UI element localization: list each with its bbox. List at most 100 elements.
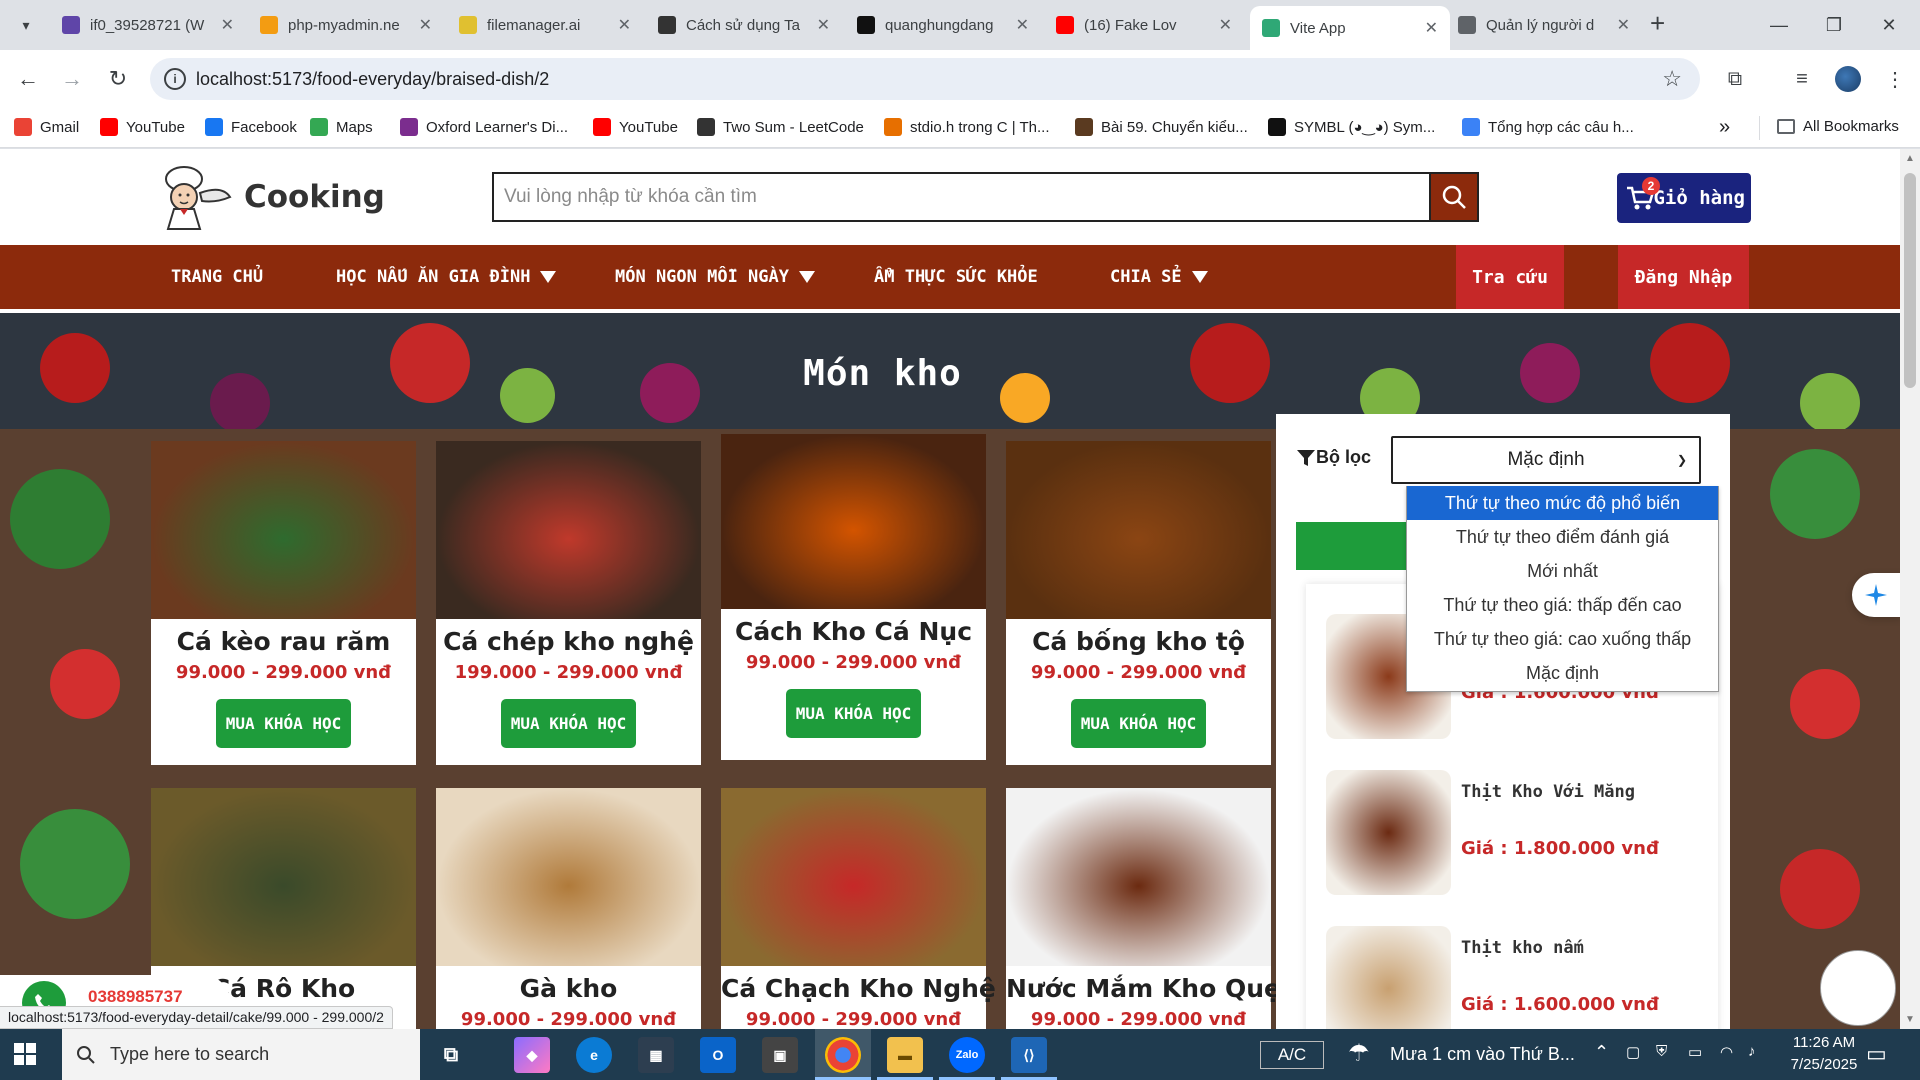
sort-option[interactable]: Thứ tự theo giá: thấp đến cao [1407,588,1718,622]
dish-photo[interactable] [721,434,986,609]
zalo-icon[interactable]: Zalo [949,1037,985,1073]
product-card[interactable]: Cách Kho Cá Nục 99.000 - 299.000 vnđ MUA K… [721,434,986,760]
bookmark-item[interactable]: Maps [310,118,373,136]
tab-close-icon[interactable]: ✕ [817,15,830,35]
wifi-icon[interactable]: ◠ [1720,1043,1733,1061]
forward-icon[interactable]: → [57,64,87,94]
taskbar-search[interactable]: Type here to search [62,1029,420,1080]
site-info-icon[interactable]: i [164,68,186,90]
edge-icon[interactable]: e [576,1037,612,1073]
bookmark-item[interactable]: YouTube [100,118,185,136]
product-card[interactable]: Cá Chạch Kho Nghệ 99.000 - 299.000 vnđ [721,788,996,1029]
product-card[interactable]: Cá bống kho tộ 99.000 - 299.000 vnđ MUA KH… [1006,441,1271,765]
url-text[interactable]: localhost:5173/food-everyday/braised-dis… [196,69,549,90]
related-dish-title[interactable]: Thịt kho nấm [1461,938,1584,958]
phone-number[interactable]: 0388985737 [88,987,183,1007]
chat-bubble-button[interactable] [1820,950,1896,1026]
browser-tab[interactable]: if0_39528721 (W ✕ [50,6,246,44]
vscode-icon[interactable]: ⟨⟩ [1011,1037,1047,1073]
scroll-up-icon[interactable]: ▲ [1905,153,1915,164]
product-name[interactable]: Cá Chạch Kho Nghệ [721,974,996,1003]
media-control-icon[interactable]: ≡ [1787,64,1817,94]
tab-search-icon[interactable]: ▾ [10,9,42,41]
dish-photo[interactable] [436,441,701,619]
product-card[interactable]: Gà kho 99.000 - 299.000 vnđ [436,788,701,1029]
tab-close-icon[interactable]: ✕ [1219,15,1232,35]
tab-close-icon[interactable]: ✕ [419,15,432,35]
bookmark-star-icon[interactable]: ☆ [1662,66,1682,92]
weather-text[interactable]: Mưa 1 cm vào Thứ B... [1390,1044,1575,1065]
bookmarks-overflow-icon[interactable]: » [1719,116,1730,139]
restore-icon[interactable]: ❐ [1811,8,1857,42]
login-button[interactable]: Đăng Nhập [1618,245,1749,309]
tab-close-icon[interactable]: ✕ [1425,18,1438,38]
bookmark-item[interactable]: Bài 59. Chuyển kiểu... [1075,118,1248,136]
lookup-button[interactable]: Tra cứu [1456,245,1564,309]
file-explorer-icon[interactable]: ▬ [887,1037,923,1073]
bookmark-item[interactable]: Facebook [205,118,297,136]
address-bar[interactable]: i localhost:5173/food-everyday/braised-d… [150,58,1700,100]
product-card[interactable]: Cá kèo rau răm 99.000 - 299.000 vnđ MUA KH… [151,441,416,765]
browser-tab[interactable]: php-myadmin.ne ✕ [248,6,444,44]
tab-close-icon[interactable]: ✕ [221,15,234,35]
dish-photo[interactable] [151,441,416,619]
buy-course-button[interactable]: MUA KHÓA HỌC [215,699,352,748]
all-bookmarks[interactable]: All Bookmarks [1777,118,1899,135]
product-name[interactable]: Cá chép kho nghệ [436,627,701,656]
windows-start-icon[interactable] [14,1043,36,1065]
bookmark-item[interactable]: Gmail [14,118,79,136]
sort-option[interactable]: Thứ tự theo giá: cao xuống thấp [1407,622,1718,656]
dish-photo[interactable] [436,788,701,966]
related-dish-thumbnail[interactable] [1326,770,1451,895]
bookmark-item[interactable]: SYMBL (◕‿◕) Sym... [1268,118,1435,136]
bookmark-item[interactable]: stdio.h trong C | Th... [884,118,1050,136]
security-icon[interactable]: ⛨ [1656,1043,1667,1060]
buy-course-button[interactable]: MUA KHÓA HỌC [785,689,922,738]
scroll-down-icon[interactable]: ▼ [1905,1014,1915,1025]
keyboard-layout-indicator[interactable]: A/C [1260,1041,1324,1069]
browser-tab[interactable]: Vite App ✕ [1250,6,1450,50]
product-name[interactable]: Gà kho [436,974,701,1003]
product-name[interactable]: Nước Mắm Kho Quẹt [1006,974,1293,1003]
chrome-icon[interactable] [825,1037,861,1073]
tray-chevron-up-icon[interactable]: ⌃ [1594,1042,1609,1063]
browser-tab[interactable]: (16) Fake Lov ✕ [1044,6,1244,44]
related-dish-title[interactable]: Thịt Kho Với Măng [1461,782,1635,802]
product-name[interactable]: Cá bống kho tộ [1006,627,1271,656]
related-dish-thumbnail[interactable] [1326,926,1451,1029]
scroll-thumb[interactable] [1904,173,1916,388]
sort-option[interactable]: Mới nhất [1407,554,1718,588]
profile-avatar[interactable] [1835,66,1861,92]
app-icon[interactable]: ▣ [762,1037,798,1073]
clock-time[interactable]: 11:26 AM [1784,1034,1864,1051]
page-scrollbar[interactable]: ▲ ▼ [1900,149,1920,1029]
bookmark-item[interactable]: Tổng hợp các câu h... [1462,118,1634,136]
buy-course-button[interactable]: MUA KHÓA HỌC [1070,699,1207,748]
site-search-input[interactable] [494,174,1431,220]
browser-tab[interactable]: Quản lý người d ✕ [1446,6,1642,44]
volume-icon[interactable]: ♪ [1748,1043,1756,1060]
nav-share[interactable]: CHIA SẺ [1110,245,1208,309]
site-search-button[interactable] [1429,172,1479,222]
nav-family-cooking[interactable]: HỌC NẤU ĂN GIA ĐÌNH [336,245,557,309]
new-tab-icon[interactable]: + [1650,10,1665,36]
bookmark-item[interactable]: Oxford Learner's Di... [400,118,568,136]
tab-close-icon[interactable]: ✕ [1016,15,1029,35]
dish-photo[interactable] [1006,441,1271,619]
tab-close-icon[interactable]: ✕ [618,15,631,35]
dish-photo[interactable] [1006,788,1271,966]
browser-tab[interactable]: filemanager.ai ✕ [447,6,643,44]
chrome-menu-icon[interactable]: ⋮ [1880,64,1910,94]
sort-select[interactable]: Mặc định ❯ [1391,436,1701,484]
browser-tab[interactable]: Cách sử dụng Ta ✕ [646,6,842,44]
site-search-field[interactable] [492,172,1431,222]
clock-date[interactable]: 7/25/2025 [1784,1056,1864,1073]
dish-photo[interactable] [721,788,986,966]
browser-tab[interactable]: quanghungdang ✕ [845,6,1041,44]
bookmark-item[interactable]: Two Sum - LeetCode [697,118,864,136]
chef-logo-icon[interactable] [156,163,236,231]
weather-icon[interactable]: ☂ [1348,1039,1370,1068]
store-icon[interactable]: ▦ [638,1037,674,1073]
close-window-icon[interactable]: ✕ [1866,8,1912,42]
minimize-icon[interactable]: — [1756,8,1802,42]
